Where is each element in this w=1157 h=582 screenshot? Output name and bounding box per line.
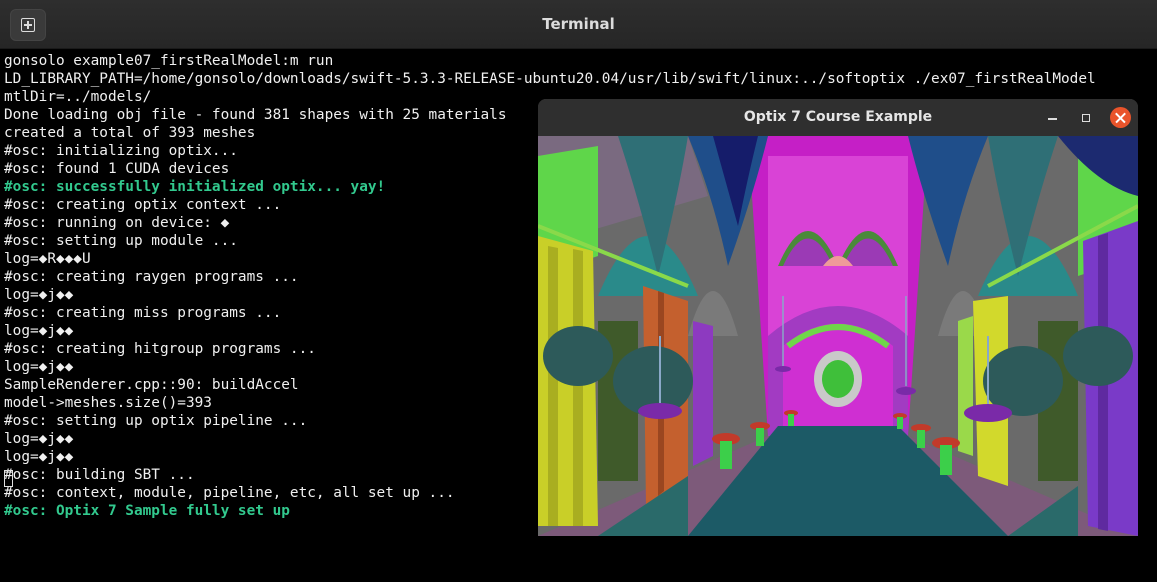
terminal-line: SampleRenderer.cpp::90: buildAccel bbox=[4, 377, 299, 393]
terminal-line: #osc: successfully initialized optix... … bbox=[4, 179, 386, 195]
terminal-line: #osc: found 1 CUDA devices bbox=[4, 161, 230, 177]
terminal-line: mtlDir=../models/ bbox=[4, 89, 152, 105]
terminal-line: #osc: setting up module ... bbox=[4, 233, 238, 249]
terminal-line: #osc: context, module, pipeline, etc, al… bbox=[4, 485, 455, 501]
text-cursor bbox=[4, 470, 13, 487]
terminal-line: model->meshes.size()=393 bbox=[4, 395, 212, 411]
terminal-titlebar[interactable]: Terminal bbox=[0, 0, 1157, 49]
maximize-button[interactable] bbox=[1076, 108, 1096, 128]
terminal-line: #osc: building SBT ... bbox=[4, 467, 195, 483]
terminal-line: log=◆j◆◆ bbox=[4, 431, 74, 447]
terminal-line: #osc: setting up optix pipeline ... bbox=[4, 413, 308, 429]
minimize-button[interactable] bbox=[1042, 108, 1062, 128]
terminal-line: log=◆j◆◆ bbox=[4, 323, 74, 339]
terminal-title: Terminal bbox=[542, 15, 615, 33]
terminal-line: log=◆j◆◆ bbox=[4, 359, 74, 375]
terminal-line: #osc: Optix 7 Sample fully set up bbox=[4, 503, 290, 519]
terminal-line: log=◆j◆◆ bbox=[4, 449, 74, 465]
terminal-line: #osc: creating raygen programs ... bbox=[4, 269, 299, 285]
render-window[interactable]: Optix 7 Course Example bbox=[538, 99, 1138, 536]
terminal-line: #osc: creating hitgroup programs ... bbox=[4, 341, 316, 357]
terminal-line: #osc: initializing optix... bbox=[4, 143, 238, 159]
terminal-line: Done loading obj file - found 381 shapes… bbox=[4, 107, 507, 123]
terminal-line: #osc: creating miss programs ... bbox=[4, 305, 282, 321]
terminal-line: created a total of 393 meshes bbox=[4, 125, 256, 141]
terminal-line: #osc: creating optix context ... bbox=[4, 197, 282, 213]
terminal-line: LD_LIBRARY_PATH=/home/gonsolo/downloads/… bbox=[4, 71, 1096, 87]
rendered-scene bbox=[538, 136, 1138, 536]
terminal-line: gonsolo example07_firstRealModel:m run bbox=[4, 53, 334, 69]
terminal-line: #osc: running on device: ◆ bbox=[4, 215, 230, 231]
close-button[interactable] bbox=[1110, 107, 1131, 128]
terminal-line: log=◆j◆◆ bbox=[4, 287, 74, 303]
render-window-titlebar[interactable]: Optix 7 Course Example bbox=[538, 99, 1138, 136]
terminal-line: log=◆R◆◆◆U bbox=[4, 251, 91, 267]
